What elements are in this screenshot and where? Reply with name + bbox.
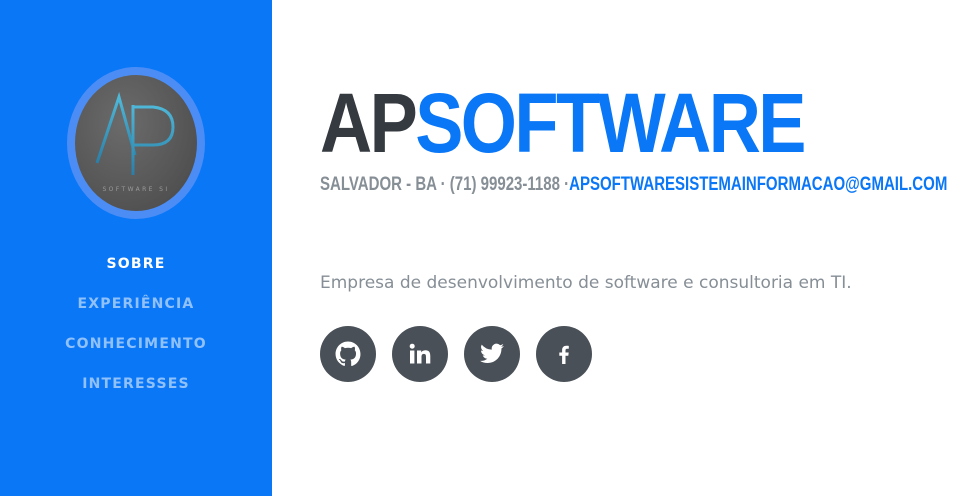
linkedin-button[interactable]	[392, 326, 448, 382]
nav-item-sobre[interactable]: SOBRE	[0, 248, 272, 288]
twitter-icon	[480, 343, 504, 363]
twitter-button[interactable]	[464, 326, 520, 382]
facebook-icon	[559, 345, 569, 364]
github-icon	[335, 341, 361, 367]
github-button[interactable]	[320, 326, 376, 382]
nav-item-experiencia[interactable]: EXPERIÊNCIA	[0, 288, 272, 328]
logo-tagline: SOFTWARE SI	[102, 186, 169, 193]
brand-title-part1: AP	[320, 76, 418, 170]
logo-image: SOFTWARE SI	[75, 75, 197, 211]
linkedin-icon	[409, 343, 431, 364]
nav-item-interesses[interactable]: INTERESSES	[0, 368, 272, 408]
contact-subheading: SALVADOR - BA · (71) 99923-1188 ·APSOFTW…	[320, 173, 947, 197]
ap-logo-icon: SOFTWARE SI	[95, 91, 175, 193]
email-link[interactable]: APSOFTWARESISTEMAINFORMACAO@GMAIL.COM	[569, 174, 947, 195]
brand-title: APSOFTWARE	[320, 76, 807, 170]
nav-item-conhecimento[interactable]: CONHECIMENTO	[0, 328, 272, 368]
sidebar: SOFTWARE SI SOBRE EXPERIÊNCIA CONHECIMEN…	[0, 0, 272, 496]
main-content: APSOFTWARE SALVADOR - BA · (71) 99923-11…	[320, 0, 967, 496]
facebook-button[interactable]	[536, 326, 592, 382]
about-text: Empresa de desenvolvimento de software e…	[320, 273, 852, 293]
brand-title-part2: SOFTWARE	[415, 76, 806, 170]
sidebar-nav: SOBRE EXPERIÊNCIA CONHECIMENTO INTERESSE…	[0, 248, 272, 408]
location-phone: SALVADOR - BA · (71) 99923-1188 ·	[320, 174, 570, 195]
social-icons	[320, 326, 592, 382]
profile-avatar[interactable]: SOFTWARE SI	[67, 67, 205, 219]
